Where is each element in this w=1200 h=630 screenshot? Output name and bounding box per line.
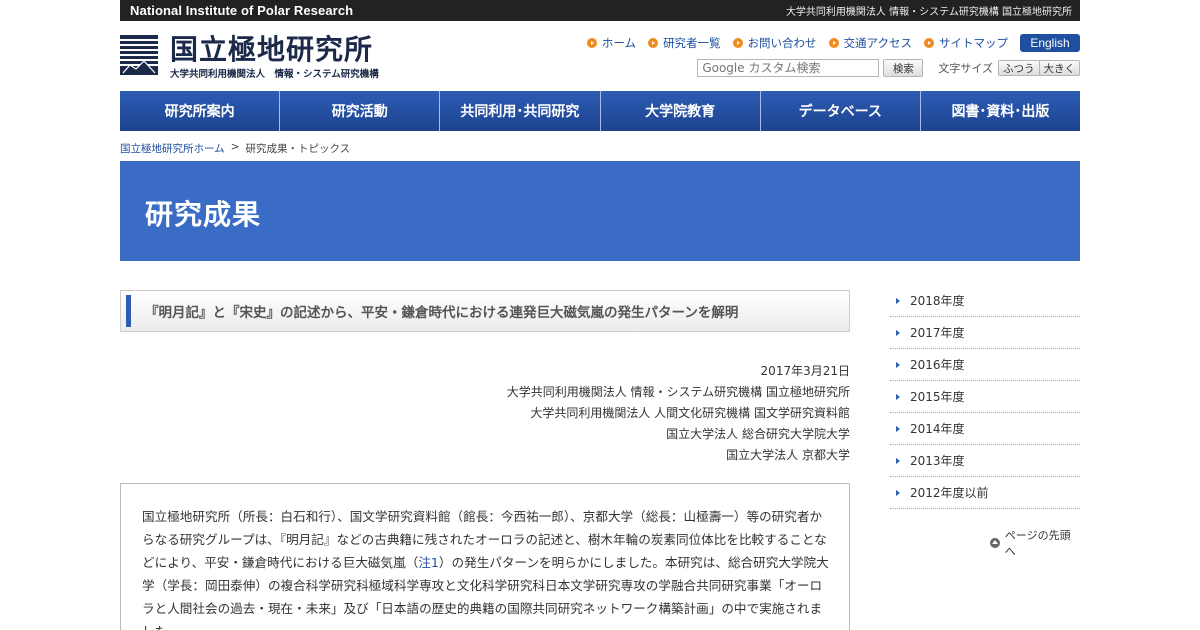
gnav-item-about[interactable]: 研究所案内 xyxy=(120,91,279,131)
sidebar-item-2013[interactable]: 2013年度 xyxy=(890,445,1080,477)
triangle-bullet-icon xyxy=(896,297,900,304)
util-link-label: 研究者一覧 xyxy=(663,36,721,50)
sidebar-item-2017[interactable]: 2017年度 xyxy=(890,317,1080,349)
utility-nav: ホーム 研究者一覧 お問い合わせ 交通アクセス サイトマップ English xyxy=(575,34,1080,52)
institute-english-name: National Institute of Polar Research xyxy=(130,3,354,18)
logo-name: 国立極地研究所 xyxy=(170,33,374,66)
orange-arrow-icon xyxy=(924,38,934,48)
triangle-bullet-icon xyxy=(896,329,900,336)
font-size-label: 文字サイズ xyxy=(938,62,993,75)
sidebar-item-label: 2016年度 xyxy=(910,358,965,372)
util-link-label: お問い合わせ xyxy=(747,36,817,50)
article-org: 大学共同利用機関法人 情報・システム研究機構 国立極地研究所 xyxy=(506,385,850,399)
util-link-sitemap[interactable]: サイトマップ xyxy=(924,35,1008,51)
util-link-label: サイトマップ xyxy=(939,36,1008,50)
sidebar-item-label: 2018年度 xyxy=(910,294,965,308)
orange-arrow-icon xyxy=(828,38,839,48)
page-title: 研究成果 xyxy=(145,198,262,231)
util-link-researchers[interactable]: 研究者一覧 xyxy=(648,35,721,51)
english-button[interactable]: English xyxy=(1020,34,1080,52)
font-size-large-button[interactable]: 大きく xyxy=(1038,61,1080,75)
sidebar-item-label: 2012年度以前 xyxy=(910,486,989,500)
sidebar-item-2012-earlier[interactable]: 2012年度以前 xyxy=(890,477,1080,509)
logo-subtitle: 大学共同利用機関法人 情報・システム研究機構 xyxy=(170,69,379,80)
sidebar-item-2014[interactable]: 2014年度 xyxy=(890,413,1080,445)
sidebar-item-label: 2014年度 xyxy=(910,422,965,436)
institute-affiliation: 大学共同利用機関法人 情報・システム研究機構 国立極地研究所 xyxy=(785,7,1072,18)
breadcrumb-current: 研究成果・トピックス xyxy=(245,143,351,155)
article-date: 2017年3月21日 xyxy=(760,364,850,378)
article-meta: 2017年3月21日 大学共同利用機関法人 情報・システム研究機構 国立極地研究… xyxy=(120,361,850,466)
breadcrumb-separator: > xyxy=(230,141,240,153)
font-size-normal-button[interactable]: ふつう xyxy=(999,61,1039,75)
breadcrumb: 国立極地研究所ホーム > 研究成果・トピックス xyxy=(120,141,1080,156)
sidebar-item-label: 2017年度 xyxy=(910,326,965,340)
gnav-item-library[interactable]: 図書･資料･出版 xyxy=(919,91,1080,131)
util-link-label: 交通アクセス xyxy=(843,36,912,50)
global-nav: 研究所案内 研究活動 共同利用･共同研究 大学院教育 データベース 図書･資料･… xyxy=(120,91,1080,131)
footnote-link[interactable]: 注1 xyxy=(418,555,439,570)
article-body: 国立極地研究所（所長：白石和行）、国文学研究資料館（館長：今西祐一郎）、京都大学… xyxy=(120,483,850,630)
orange-arrow-icon xyxy=(648,38,659,48)
sidebar-item-2015[interactable]: 2015年度 xyxy=(890,381,1080,413)
util-link-home[interactable]: ホーム xyxy=(586,35,637,51)
article-heading: 『明月記』と『宋史』の記述から、平安・鎌倉時代における連発巨大磁気嵐の発生パター… xyxy=(120,290,850,332)
gnav-item-graduate[interactable]: 大学院教育 xyxy=(599,91,760,131)
triangle-bullet-icon xyxy=(896,393,900,400)
article-paragraph: 国立極地研究所（所長：白石和行）、国文学研究資料館（館長：今西祐一郎）、京都大学… xyxy=(142,505,829,630)
article-org: 国立大学法人 京都大学 xyxy=(726,448,850,462)
site-logo[interactable]: 国立極地研究所 大学共同利用機関法人 情報・システム研究機構 xyxy=(120,35,379,80)
sidebar-year-list: 2018年度 2017年度 2016年度 2015年度 2014年度 2013年… xyxy=(890,285,1080,509)
site-header: 国立極地研究所 大学共同利用機関法人 情報・システム研究機構 ホーム 研究者一覧… xyxy=(120,21,1080,91)
search-button[interactable]: 検索 xyxy=(883,59,924,77)
page-top-label: ページの先頭へ xyxy=(1004,529,1071,558)
page-top-link[interactable]: ページの先頭へ xyxy=(990,527,1080,559)
breadcrumb-home-link[interactable]: 国立極地研究所ホーム xyxy=(120,141,225,156)
triangle-bullet-icon xyxy=(896,489,900,496)
sidebar-item-label: 2013年度 xyxy=(910,454,965,468)
search-row: 検索 文字サイズ ふつう 大きく xyxy=(697,59,1080,77)
article-org: 大学共同利用機関法人 人間文化研究機構 国文学研究資料館 xyxy=(530,406,850,420)
sidebar-item-2018[interactable]: 2018年度 xyxy=(890,285,1080,317)
triangle-bullet-icon xyxy=(896,457,900,464)
arrow-up-circle-icon xyxy=(990,538,1000,548)
gnav-item-research[interactable]: 研究活動 xyxy=(279,91,439,131)
triangle-bullet-icon xyxy=(896,425,900,432)
util-link-contact[interactable]: お問い合わせ xyxy=(732,35,817,51)
gnav-item-database[interactable]: データベース xyxy=(759,91,920,131)
article-org: 国立大学法人 総合研究大学院大学 xyxy=(666,427,850,441)
util-link-access[interactable]: 交通アクセス xyxy=(828,35,912,51)
triangle-bullet-icon xyxy=(896,361,900,368)
article-title: 『明月記』と『宋史』の記述から、平安・鎌倉時代における連発巨大磁気嵐の発生パター… xyxy=(145,305,739,321)
top-bar: National Institute of Polar Research 大学共… xyxy=(120,0,1080,21)
page-banner: 研究成果 xyxy=(120,161,1080,261)
heading-accent-bar xyxy=(126,295,131,327)
gnav-item-joint-research[interactable]: 共同利用･共同研究 xyxy=(439,91,599,131)
sidebar-item-label: 2015年度 xyxy=(910,390,965,404)
sidebar-item-2016[interactable]: 2016年度 xyxy=(890,349,1080,381)
search-input[interactable] xyxy=(697,59,880,77)
orange-arrow-icon xyxy=(732,38,743,48)
font-size-toggle: ふつう 大きく xyxy=(998,60,1080,76)
logo-mark-icon xyxy=(120,35,158,75)
util-link-label: ホーム xyxy=(601,36,637,50)
orange-arrow-icon xyxy=(586,38,597,48)
